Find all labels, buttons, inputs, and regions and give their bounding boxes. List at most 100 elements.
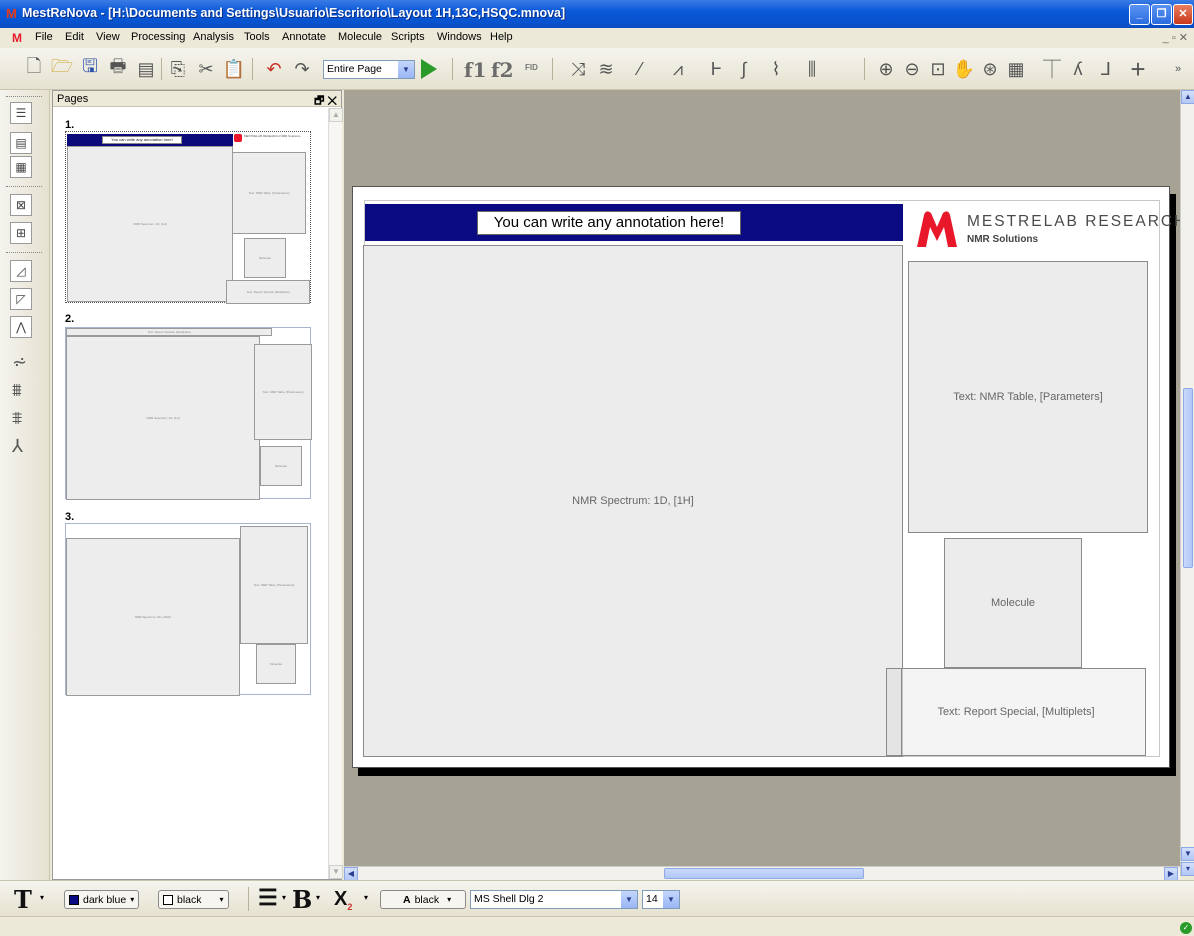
zoom-out-icon[interactable]: ⊖: [900, 58, 924, 80]
fill-color-button[interactable]: dark blue ▾: [64, 890, 140, 909]
nmr-table-frame[interactable]: Text: NMR Table, [Parameters]: [908, 261, 1148, 533]
cross-section-icon[interactable]: ⅄: [12, 436, 23, 457]
close-button[interactable]: ✕: [1173, 4, 1193, 25]
minimize-button[interactable]: _: [1129, 4, 1150, 25]
mdi-window-controls[interactable]: _ ▫ ✕: [1163, 31, 1188, 44]
page-thumbnail-1[interactable]: You can write any annotation here! MESTR…: [65, 131, 311, 304]
chevron-down-icon[interactable]: ▾: [282, 893, 286, 902]
peak-by-peak-icon[interactable]: ⏉: [1040, 58, 1064, 80]
integration-icon[interactable]: ∫: [732, 58, 756, 80]
document-page[interactable]: You can write any annotation here! MESTR…: [352, 186, 1185, 768]
f2-projection-button[interactable]: f2: [491, 58, 514, 82]
crosshair-range-icon[interactable]: ⅃: [1094, 58, 1118, 80]
menu-analysis[interactable]: Analysis: [193, 31, 234, 43]
print-preview-icon[interactable]: ▤: [134, 58, 158, 80]
align-left-icon[interactable]: ☰: [258, 885, 278, 911]
molecule-frame[interactable]: Molecule: [944, 538, 1082, 668]
horizontal-scroll-thumb[interactable]: [664, 868, 864, 879]
f1-projection-button[interactable]: f1: [464, 58, 487, 82]
scroll-up-icon[interactable]: ▲: [1181, 90, 1194, 104]
scroll-up-icon[interactable]: ▲: [329, 108, 343, 122]
menu-file[interactable]: File: [35, 31, 53, 43]
menu-scripts[interactable]: Scripts: [391, 31, 425, 43]
subscript-icon[interactable]: X2: [334, 888, 352, 912]
scroll-page-down-icon[interactable]: ▾: [1181, 862, 1194, 876]
single-peak-icon[interactable]: ⋀: [10, 316, 32, 338]
chevron-down-icon[interactable]: ▼: [398, 61, 414, 78]
open-folder-icon[interactable]: 🗁: [50, 56, 74, 80]
document-canvas[interactable]: You can write any annotation here! MESTR…: [344, 90, 1185, 866]
run-play-icon[interactable]: [421, 59, 437, 79]
apodization-icon[interactable]: ⁄: [628, 58, 652, 80]
menu-tools[interactable]: Tools: [244, 31, 270, 43]
chevron-down-icon[interactable]: ▾: [316, 893, 320, 902]
scroll-down-icon[interactable]: ▼: [1181, 847, 1194, 861]
bar-spectra-icon[interactable]: ⩩: [12, 380, 22, 401]
scroll-down-icon[interactable]: ▼: [329, 865, 343, 879]
peak-picking-icon[interactable]: ⩘: [666, 58, 690, 80]
print-icon[interactable]: 🖶: [106, 56, 130, 80]
multiplet-analysis-icon[interactable]: Ⱶ: [704, 58, 728, 80]
menu-processing[interactable]: Processing: [131, 31, 185, 43]
menu-help[interactable]: Help: [490, 31, 513, 43]
page-thumbnail-2[interactable]: Text: Report Special, [Multiplets] NMR S…: [65, 327, 312, 500]
bold-icon[interactable]: B: [292, 885, 312, 914]
menu-molecule[interactable]: Molecule: [338, 31, 382, 43]
font-family-select[interactable]: MS Shell Dlg 2 ▼: [470, 890, 638, 909]
redo-icon[interactable]: ↷: [290, 58, 314, 80]
grid-layout-icon[interactable]: ▦: [10, 156, 32, 178]
crosshair-icon[interactable]: +: [1126, 54, 1150, 84]
line-fitting-icon[interactable]: ⫼: [800, 58, 824, 80]
maximize-button[interactable]: ❐: [1151, 4, 1172, 25]
pages-scrollbar[interactable]: ▲ ▼: [328, 108, 343, 879]
menu-view[interactable]: View: [96, 31, 120, 43]
text-color-button[interactable]: A black ▾: [380, 890, 466, 909]
copy-icon[interactable]: ⎘: [166, 58, 190, 80]
report-special-frame[interactable]: Text: Report Special, [Multiplets]: [886, 668, 1146, 756]
menu-windows[interactable]: Windows: [437, 31, 482, 43]
stack-icon[interactable]: ⊞: [10, 222, 32, 244]
toolbar-overflow-icon[interactable]: »: [1166, 58, 1190, 80]
annotation-text[interactable]: You can write any annotation here!: [477, 211, 741, 235]
undo-icon[interactable]: ↶: [262, 58, 286, 80]
line-color-button[interactable]: black ▾: [158, 890, 229, 909]
chevron-down-icon[interactable]: ▼: [621, 891, 637, 908]
fid-button[interactable]: FID: [525, 63, 538, 72]
phase-correction-icon[interactable]: ⤨: [566, 58, 590, 80]
canvas-horizontal-scrollbar[interactable]: ◀ ▶: [344, 866, 1180, 881]
spectrum-mode-icon[interactable]: ◿: [10, 260, 32, 282]
pan-icon[interactable]: ✋: [952, 58, 976, 80]
canvas-vertical-scrollbar[interactable]: ▲ ▼ ▾: [1180, 90, 1194, 876]
stacked-plot-icon[interactable]: ◸: [10, 288, 32, 310]
align-top-icon[interactable]: ☰: [10, 102, 32, 124]
vertical-scroll-thumb[interactable]: [1183, 388, 1193, 568]
zoom-select[interactable]: Entire Page ▼: [323, 60, 415, 79]
cursor-icon[interactable]: ʎ: [1066, 58, 1090, 80]
manual-zoom-icon[interactable]: ⊛: [978, 58, 1002, 80]
superimpose-icon[interactable]: ⩫: [12, 352, 27, 373]
mdi-app-icon[interactable]: M: [12, 31, 22, 45]
save-icon[interactable]: 🖫: [78, 56, 102, 80]
page-thumbnail-3[interactable]: NMR Spectrum: 2D, HSQC Text: NMR Table, …: [65, 523, 311, 696]
fit-icon[interactable]: ⌇: [764, 58, 788, 80]
scroll-left-icon[interactable]: ◀: [344, 867, 358, 881]
chevron-down-icon[interactable]: ▼: [663, 891, 679, 908]
chevron-down-icon[interactable]: ▾: [40, 893, 44, 902]
scroll-right-icon[interactable]: ▶: [1164, 867, 1178, 881]
fit-to-window-icon[interactable]: ⊡: [926, 58, 950, 80]
text-tool-icon[interactable]: T: [14, 885, 32, 914]
title-bar[interactable]: M MestReNova - [H:\Documents and Setting…: [0, 0, 1194, 28]
properties-icon[interactable]: ▦: [1004, 58, 1028, 80]
zoom-in-icon[interactable]: ⊕: [874, 58, 898, 80]
trace-icon[interactable]: ⩨: [12, 408, 22, 429]
arrange-icon[interactable]: ▤: [10, 132, 32, 154]
cut-icon[interactable]: ✂: [194, 58, 218, 80]
fit-page-icon[interactable]: ⊠: [10, 194, 32, 216]
nmr-spectrum-frame[interactable]: NMR Spectrum: 1D, [1H]: [363, 245, 903, 757]
new-document-icon[interactable]: 🗋: [22, 56, 46, 80]
paste-icon[interactable]: 📋: [222, 58, 246, 80]
menu-edit[interactable]: Edit: [65, 31, 84, 43]
baseline-correction-icon[interactable]: ≋: [594, 58, 618, 80]
font-size-select[interactable]: 14 ▼: [642, 890, 680, 909]
chevron-down-icon[interactable]: ▾: [364, 893, 368, 902]
